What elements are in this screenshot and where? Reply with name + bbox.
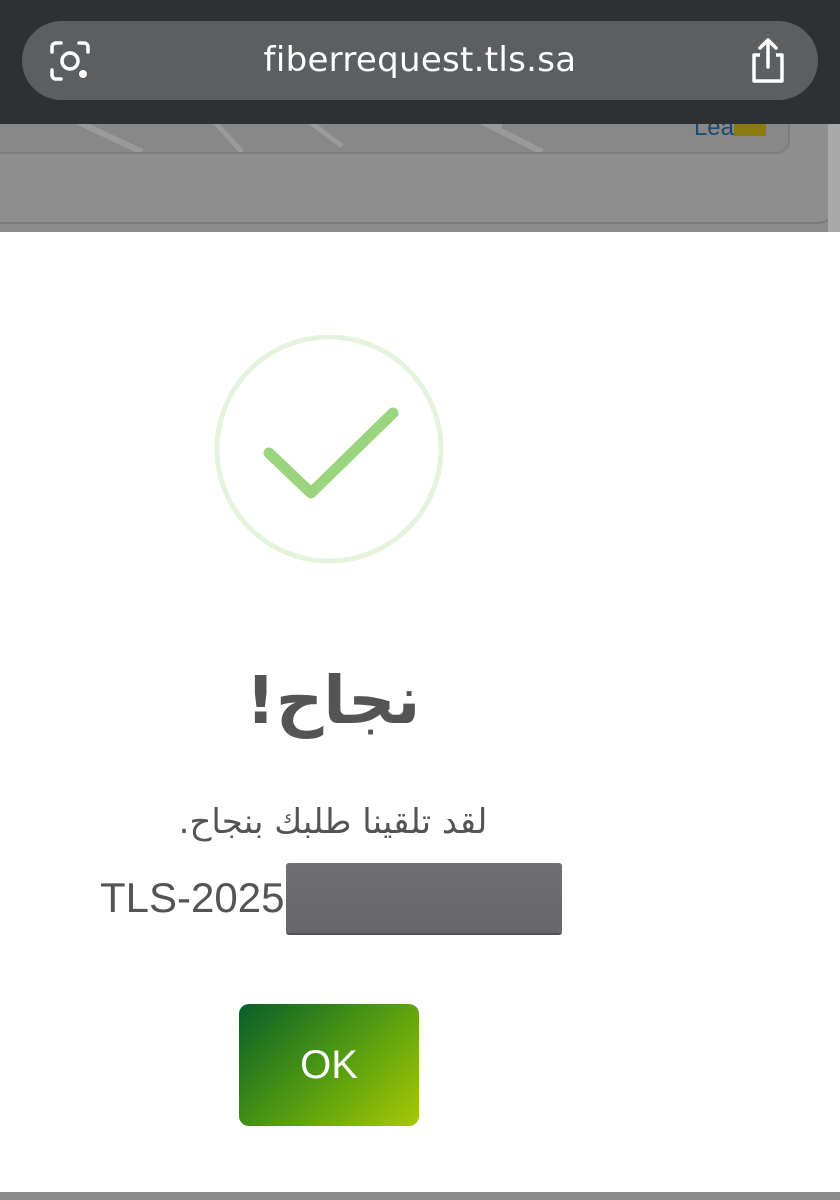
- reference-number: TLS-2025: [100, 874, 285, 921]
- dimmed-page-bottom: [0, 1192, 840, 1200]
- success-dialog: نجاح! لقد تلقينا طلبك بنجاح. TLS-2025 OK: [0, 232, 840, 1192]
- dialog-message: لقد تلقينا طلبك بنجاح.: [178, 802, 488, 842]
- camera-search-icon[interactable]: [48, 39, 92, 83]
- map-frame: [0, 124, 790, 154]
- address-bar[interactable]: fiberrequest.tls.sa: [22, 21, 818, 100]
- flag-icon: [734, 124, 766, 136]
- request-reference: TLS-2025: [100, 862, 563, 934]
- scrollbar[interactable]: [828, 124, 840, 232]
- url-text[interactable]: fiberrequest.tls.sa: [122, 21, 718, 100]
- browser-toolbar: fiberrequest.tls.sa: [0, 0, 840, 124]
- share-icon[interactable]: [746, 37, 790, 85]
- dialog-title: نجاح!: [245, 662, 421, 739]
- ok-button[interactable]: OK: [239, 1004, 419, 1126]
- success-check-icon: [213, 334, 445, 567]
- redacted-reference: [286, 863, 563, 933]
- map-streets: [75, 124, 544, 152]
- dimmed-page-content: Leaflet: [0, 124, 840, 232]
